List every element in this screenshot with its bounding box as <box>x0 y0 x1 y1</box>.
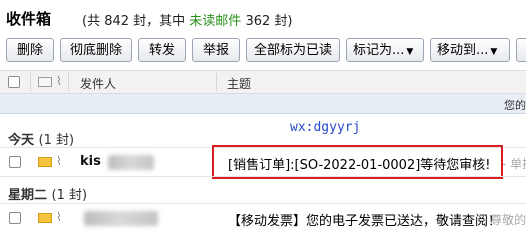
more-button[interactable] <box>516 38 526 62</box>
attachment-icon: ⌇ <box>56 154 62 168</box>
move-to-dropdown[interactable]: 移动到... ▼ <box>430 38 510 62</box>
redacted-sender <box>108 155 154 170</box>
report-button[interactable]: 举报 <box>192 38 240 62</box>
group-count: (1 封) <box>38 133 75 148</box>
email-preview: - 尊敬的 <box>482 213 526 227</box>
unread-envelope-icon <box>38 157 52 167</box>
email-checkbox[interactable] <box>9 156 21 168</box>
email-subject[interactable]: 【移动发票】您的电子发票已送达，敬请查阅！ <box>228 210 501 229</box>
sender-column-header[interactable]: 发件人 <box>80 75 116 92</box>
mark-as-label: 标记为... <box>353 43 405 58</box>
move-to-label: 移动到... <box>437 43 489 58</box>
mark-all-read-button[interactable]: 全部标为已读 <box>246 38 340 62</box>
mailbox-header: 收件箱 (共 842 封，其中 未读邮件 362 封) <box>0 0 526 36</box>
unread-mail-link[interactable]: 未读邮件 <box>189 14 241 29</box>
column-divider <box>216 73 217 91</box>
row-divider <box>0 176 526 177</box>
notice-strip: 您的 <box>0 94 526 114</box>
column-header: ⌇ 发件人 主题 <box>0 70 526 94</box>
select-all-checkbox[interactable] <box>8 76 20 88</box>
attachment-icon: ⌇ <box>56 210 62 224</box>
attachment-icon[interactable]: ⌇ <box>56 74 62 88</box>
email-checkbox[interactable] <box>9 212 21 224</box>
counts-prefix: (共 842 封，其中 <box>82 14 190 29</box>
chevron-down-icon: ▼ <box>490 47 498 57</box>
unread-envelope-icon <box>38 213 52 223</box>
column-divider <box>68 73 69 91</box>
chevron-down-icon: ▼ <box>406 47 414 57</box>
mailbox-counts: (共 842 封，其中 未读邮件 362 封) <box>82 10 292 29</box>
mark-as-dropdown[interactable]: 标记为... ▼ <box>346 38 424 62</box>
subject-column-header[interactable]: 主题 <box>227 75 251 92</box>
group-label: 星期二 <box>8 188 48 203</box>
counts-suffix: 362 封) <box>241 14 293 29</box>
highlight-box <box>212 145 503 179</box>
notice-text: 您的 <box>504 99 526 112</box>
column-divider <box>30 73 31 91</box>
toolbar: 删除 彻底删除 转发 举报 全部标为已读 标记为... ▼ 移动到... ▼ <box>0 36 526 66</box>
redacted-sender <box>84 211 158 226</box>
group-tuesday: 星期二 (1 封) <box>8 184 87 203</box>
email-preview: - 单据 <box>502 157 526 171</box>
delete-forever-button[interactable]: 彻底删除 <box>60 38 132 62</box>
delete-button[interactable]: 删除 <box>6 38 54 62</box>
group-label: 今天 <box>8 133 35 148</box>
mailbox-title: 收件箱 <box>6 10 52 28</box>
email-sender: kis <box>80 154 101 169</box>
email-row[interactable]: ⌇ 【移动发票】您的电子发票已送达，敬请查阅！ - 尊敬的 <box>0 204 526 232</box>
group-today: 今天 (1 封) <box>8 129 74 148</box>
group-count: (1 封) <box>51 188 88 203</box>
forward-button[interactable]: 转发 <box>138 38 186 62</box>
mail-status-icon[interactable] <box>38 77 52 87</box>
watermark-text: wx:dgyyrj <box>290 120 361 135</box>
